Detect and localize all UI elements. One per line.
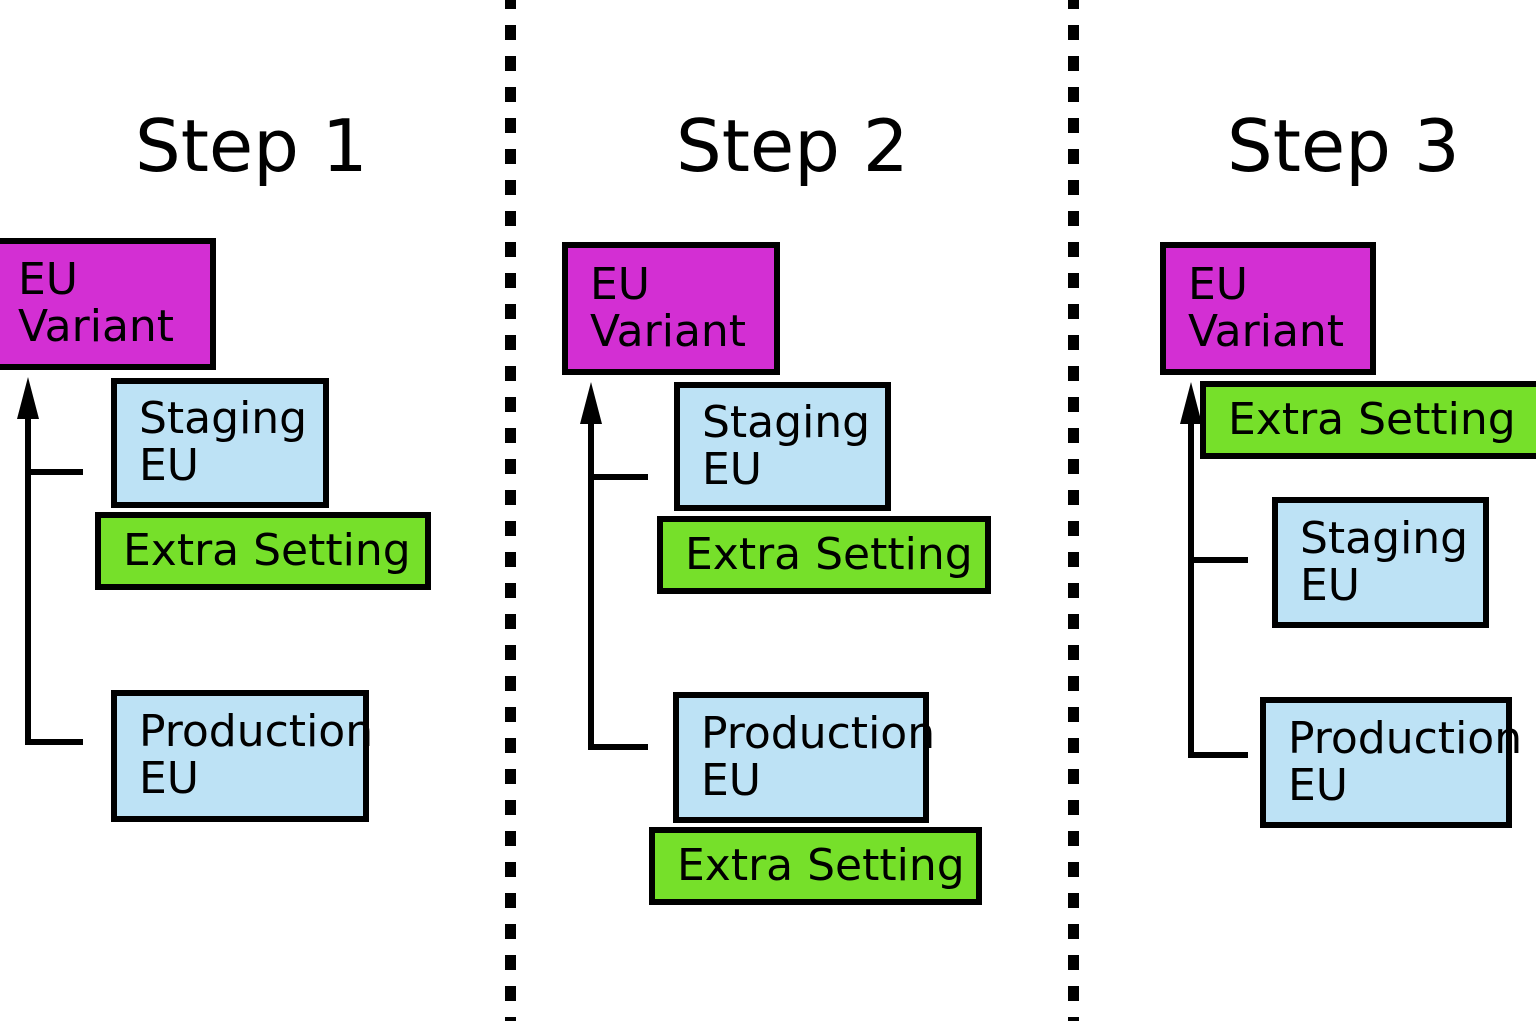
step-3-connector-trunk [1188, 420, 1194, 758]
step-3-production-eu-box[interactable]: Production EU [1260, 697, 1523, 828]
step-2-production-eu-line-1: Production [701, 707, 936, 759]
step-2-staging-eu-box[interactable]: Staging EU [674, 382, 891, 511]
step-3-eu-variant-line-2: Variant [1188, 305, 1345, 357]
step-1-eu-variant-line-1: EU [18, 254, 79, 306]
divider-step-2-step-3 [1068, 0, 1079, 1021]
step-2-branch-to-production [588, 744, 648, 750]
step-3-staging-eu-box[interactable]: Staging EU [1272, 497, 1489, 628]
step-2-staging-extra-setting-box[interactable]: Extra Setting [657, 516, 991, 594]
step-3-staging-eu-line-1: Staging [1300, 512, 1469, 564]
step-2-production-eu-box[interactable]: Production EU [673, 692, 936, 823]
step-1-branch-to-production [25, 739, 83, 745]
step-2-production-extra-setting-box[interactable]: Extra Setting [649, 827, 982, 905]
step-1-staging-eu-line-1: Staging [139, 393, 308, 445]
step-1-staging-extra-setting-label: Extra Setting [123, 524, 411, 576]
step-2-eu-variant-line-2: Variant [590, 305, 747, 357]
step-2-eu-variant-line-1: EU [590, 258, 651, 310]
step-1-staging-eu-line-2: EU [139, 440, 200, 491]
step-3-eu-variant-line-1: EU [1188, 258, 1249, 310]
step-1-staging-extra-setting-box[interactable]: Extra Setting [95, 512, 431, 590]
step-1-eu-variant-box[interactable]: EU Variant [0, 238, 216, 370]
step-1-staging-eu-box[interactable]: Staging EU [111, 378, 329, 508]
step-3-variant-extra-setting-box[interactable]: Extra Setting [1200, 381, 1536, 459]
step-3-variant-extra-setting-label: Extra Setting [1228, 393, 1516, 445]
step-2-staging-eu-line-2: EU [702, 443, 763, 495]
step-3-branch-to-staging [1188, 557, 1248, 563]
diagram-canvas: Step 1 EU Variant Staging EU Extra Setti… [0, 0, 1536, 1021]
step-1-production-eu-line-1: Production [139, 706, 374, 758]
step-1-title: Step 1 [135, 104, 368, 188]
step-1-production-eu-box[interactable]: Production EU [111, 690, 374, 822]
step-1-eu-variant-line-2: Variant [18, 301, 175, 352]
step-2-eu-variant-box[interactable]: EU Variant [562, 242, 780, 375]
step-1-connector-trunk [25, 415, 31, 745]
step-2-arrowhead-icon [580, 382, 602, 424]
step-3-branch-to-production [1188, 752, 1248, 758]
step-3-production-eu-line-2: EU [1288, 759, 1349, 811]
step-2-production-extra-setting-label: Extra Setting [677, 839, 965, 891]
divider-step-1-step-2 [505, 0, 516, 1021]
step-2-staging-extra-setting-label: Extra Setting [685, 528, 973, 580]
step-3-production-eu-line-1: Production [1288, 712, 1523, 764]
step-2-branch-to-staging [588, 474, 648, 480]
step-2-staging-eu-line-1: Staging [702, 396, 871, 448]
step-2-connector-trunk [588, 420, 594, 750]
step-1-branch-to-staging [25, 469, 83, 475]
step-3-title: Step 3 [1227, 104, 1460, 188]
step-1-arrowhead-icon [17, 377, 39, 419]
step-3-arrowhead-icon [1180, 382, 1202, 424]
step-3-eu-variant-box[interactable]: EU Variant [1160, 242, 1376, 375]
step-2-title: Step 2 [676, 104, 909, 188]
step-3-staging-eu-line-2: EU [1300, 559, 1361, 611]
step-1-production-eu-line-2: EU [139, 753, 200, 804]
step-2-production-eu-line-2: EU [701, 754, 762, 806]
